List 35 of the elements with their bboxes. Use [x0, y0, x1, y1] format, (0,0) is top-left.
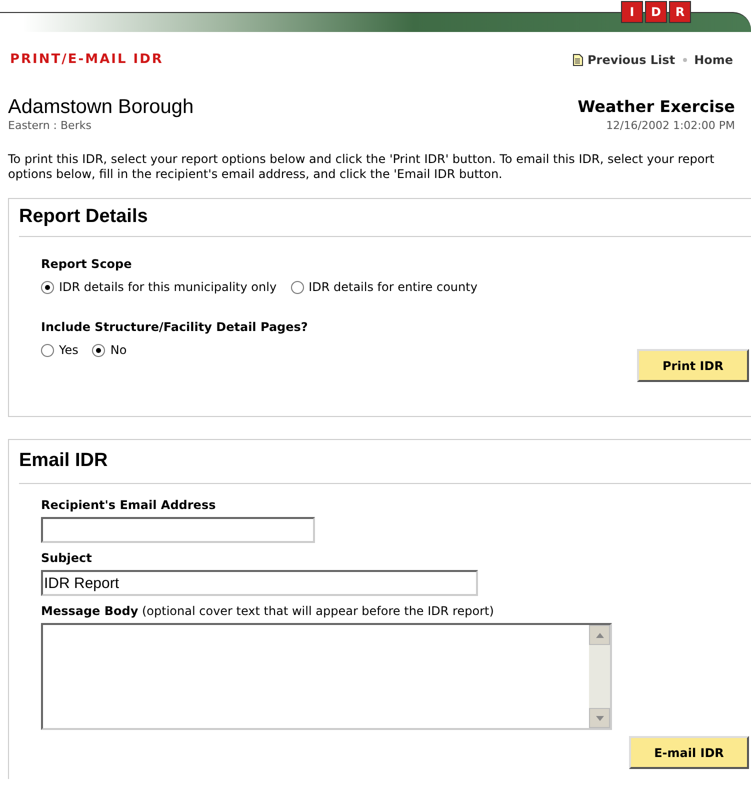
scroll-down-icon[interactable] [589, 708, 610, 728]
panel-title: Report Details [19, 199, 751, 237]
nav-link[interactable]: Previous List [588, 50, 676, 69]
group-label: Include Structure/Facility Detail Pages? [41, 319, 309, 336]
subject-input-field[interactable]: IDR Report [41, 570, 478, 596]
exercise-name: Weather Exercise [578, 96, 735, 118]
scrollbar[interactable] [589, 625, 610, 728]
group-label: Report Scope [41, 256, 133, 273]
message-body-label: Message Body (optional cover text that will appear before the IDR report) [41, 603, 495, 620]
page-title: PRINT/E-MAIL IDR [10, 51, 164, 69]
radio-button[interactable] [92, 344, 106, 356]
logo-letter: D [645, 1, 667, 23]
scroll-up-icon[interactable] [589, 625, 610, 645]
nav-link[interactable]: Home [694, 50, 733, 69]
field-label: Subject [41, 550, 93, 567]
radio-label: Yes [59, 342, 78, 359]
print-button[interactable]: Print IDR [637, 349, 749, 382]
intro-paragraph: To print this IDR, select your report options below and click the 'Print IDR' button. To email this IDR, select your report options below, fill in the recipient's email address, and click the 'Email IDR button. [7, 152, 716, 182]
radio-button[interactable] [41, 280, 54, 294]
email-input-field[interactable] [41, 517, 315, 543]
panel-title: Email IDR [19, 440, 751, 484]
radio-label: No [110, 342, 127, 359]
logo-letter: I [621, 1, 643, 23]
logo-letter: R [669, 1, 691, 23]
municipality-name: Adamstown Borough [8, 96, 194, 118]
message-body-field[interactable] [41, 623, 612, 730]
timestamp-text: 12/16/2002 1:02:00 PM [606, 118, 735, 134]
document-icon [572, 54, 583, 66]
radio-button[interactable] [41, 344, 54, 356]
radio-button[interactable] [290, 280, 304, 294]
region-text: Eastern : Berks [8, 118, 92, 134]
email-button[interactable]: E-mail IDR [629, 736, 749, 769]
field-label: Recipient's Email Address [41, 497, 217, 514]
radio-label: IDR details for this municipality only [59, 279, 277, 296]
radio-label: IDR details for entire county [308, 279, 478, 296]
